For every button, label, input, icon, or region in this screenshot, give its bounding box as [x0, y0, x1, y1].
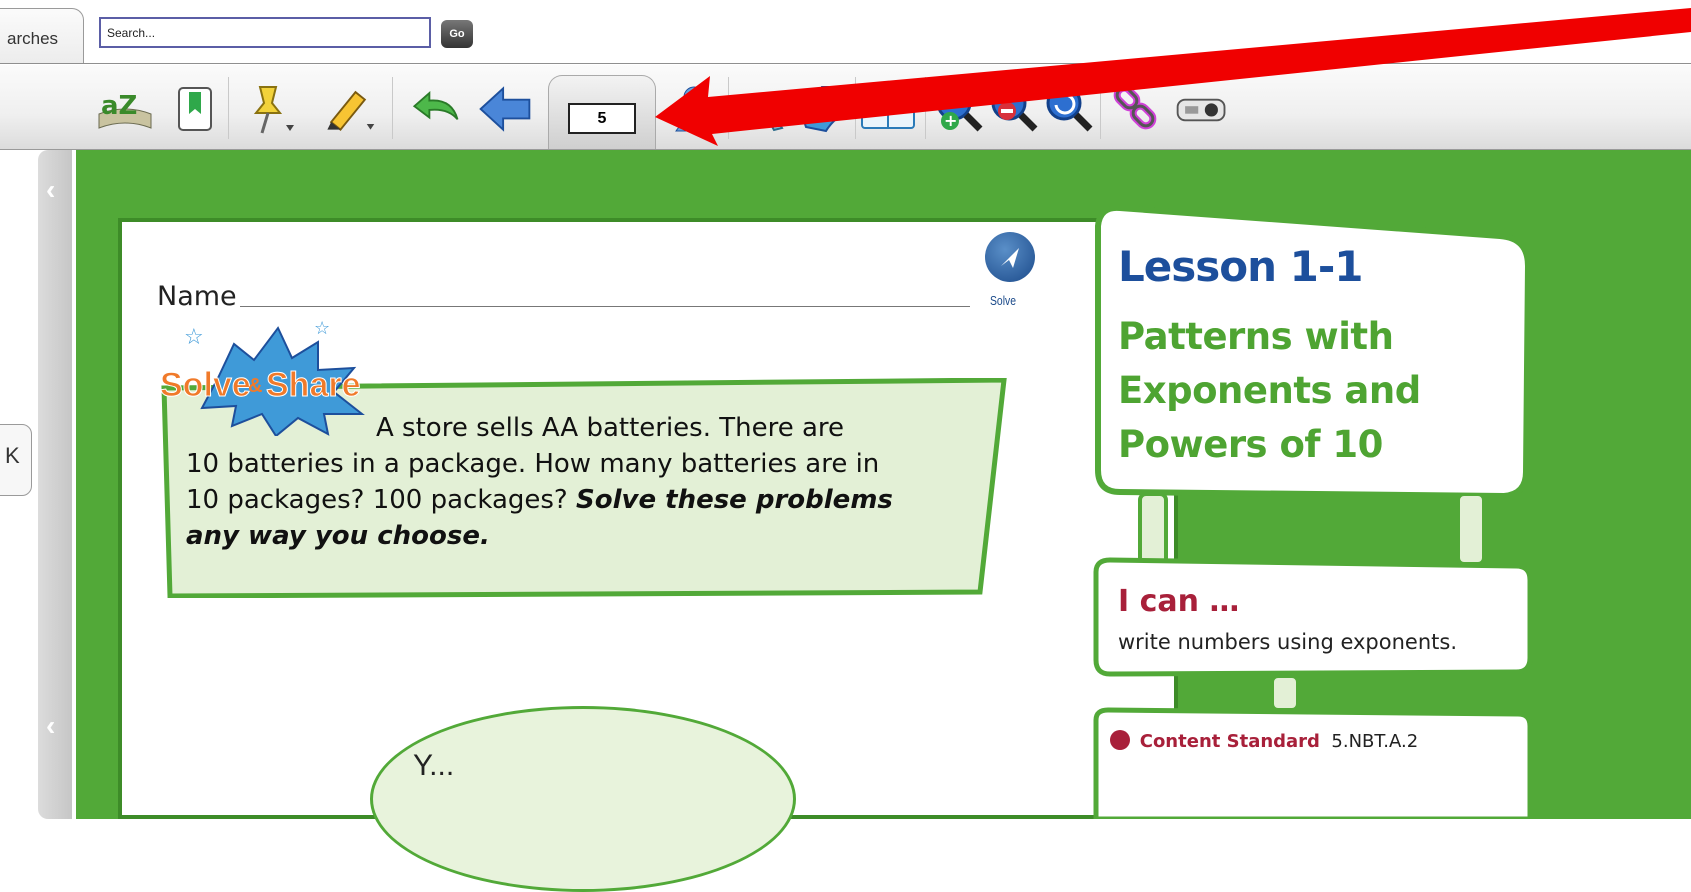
- toolbar: aZ +: [0, 65, 1691, 150]
- standard-box: [1093, 707, 1533, 819]
- name-label: Name: [157, 281, 237, 312]
- sign-connectors: [1138, 494, 1486, 564]
- answer-oval: Y...: [370, 706, 796, 892]
- lesson-title-word: Lesson: [1118, 242, 1277, 291]
- pin-icon[interactable]: [238, 81, 298, 137]
- standard-code: 5.NBT.A.2: [1331, 731, 1419, 752]
- book-icon[interactable]: [858, 81, 918, 137]
- tab-searches[interactable]: arches: [0, 8, 84, 64]
- solve-label: Solve: [990, 293, 1017, 308]
- problem-emphasis-2: any way you choose.: [186, 521, 490, 551]
- link-icon[interactable]: [1106, 81, 1166, 137]
- glossary-icon[interactable]: aZ: [95, 81, 155, 137]
- solve-share-part1: Solve: [160, 366, 251, 404]
- projector-icon[interactable]: [1172, 81, 1232, 137]
- solve-share-amp: &: [248, 375, 262, 397]
- i-can-title: I can …: [1118, 584, 1240, 619]
- oval-text: Y...: [413, 749, 455, 782]
- problem-text: A store sells AA batteries. There are 10…: [186, 410, 976, 554]
- undo-icon[interactable]: [405, 81, 465, 137]
- svg-text:☆: ☆: [184, 325, 204, 350]
- solve-icon[interactable]: [985, 232, 1035, 282]
- pointer-icon[interactable]: [738, 81, 798, 137]
- go-button[interactable]: Go: [441, 20, 473, 48]
- highlighter-icon[interactable]: [318, 81, 378, 137]
- standard-label: Content Standard: [1139, 731, 1320, 752]
- page-number-input[interactable]: [568, 103, 636, 134]
- top-bar: arches Go: [0, 0, 1691, 64]
- bookmark-icon[interactable]: [165, 81, 225, 137]
- sign-connector: [1270, 676, 1300, 710]
- tab-searches-label: arches: [7, 29, 59, 48]
- svg-text:aZ: aZ: [101, 91, 137, 121]
- search-input[interactable]: [99, 17, 431, 48]
- zoom-out-icon[interactable]: [983, 81, 1043, 137]
- i-can-text: write numbers using exponents.: [1118, 630, 1457, 654]
- content-standard: Content Standard 5.NBT.A.2: [1110, 730, 1418, 752]
- lesson-subtitle-line-3: Powers of 10: [1118, 423, 1383, 466]
- lesson-subtitle-line-2: Exponents and: [1118, 369, 1421, 412]
- svg-text:+: +: [944, 111, 957, 130]
- chevron-left-icon[interactable]: ‹: [46, 174, 55, 206]
- hand-icon[interactable]: [790, 81, 850, 137]
- separator: [728, 77, 729, 139]
- separator: [392, 77, 393, 139]
- problem-line-1: A store sells AA batteries. There are: [376, 413, 845, 443]
- separator: [228, 77, 229, 139]
- standard-icon: [1110, 730, 1130, 750]
- name-line: [240, 306, 970, 307]
- problem-line-2: 10 batteries in a package. How many batt…: [186, 449, 880, 479]
- separator: [855, 77, 856, 139]
- separator: [1100, 77, 1101, 139]
- user-icon[interactable]: [664, 81, 724, 137]
- zoom-reset-icon[interactable]: [1038, 81, 1098, 137]
- solve-share-part2: Share: [266, 366, 361, 404]
- separator: [925, 77, 926, 139]
- back-arrow-icon[interactable]: [475, 81, 535, 137]
- problem-emphasis-1: Solve these problems: [576, 485, 893, 515]
- lesson-title: Lesson 1-1: [1118, 242, 1364, 291]
- divider: [0, 63, 1691, 64]
- zoom-in-icon[interactable]: +: [928, 81, 988, 137]
- chevron-left-icon[interactable]: ‹: [46, 710, 55, 742]
- lesson-title-number: 1-1: [1289, 242, 1364, 291]
- lesson-subtitle: Patterns with Exponents and Powers of 10: [1118, 310, 1518, 472]
- problem-line-3: 10 packages? 100 packages?: [186, 485, 568, 515]
- side-tab[interactable]: K: [0, 424, 32, 496]
- side-tab-label: K: [5, 443, 20, 468]
- lesson-subtitle-line-1: Patterns with: [1118, 315, 1394, 358]
- svg-text:☆: ☆: [314, 318, 330, 339]
